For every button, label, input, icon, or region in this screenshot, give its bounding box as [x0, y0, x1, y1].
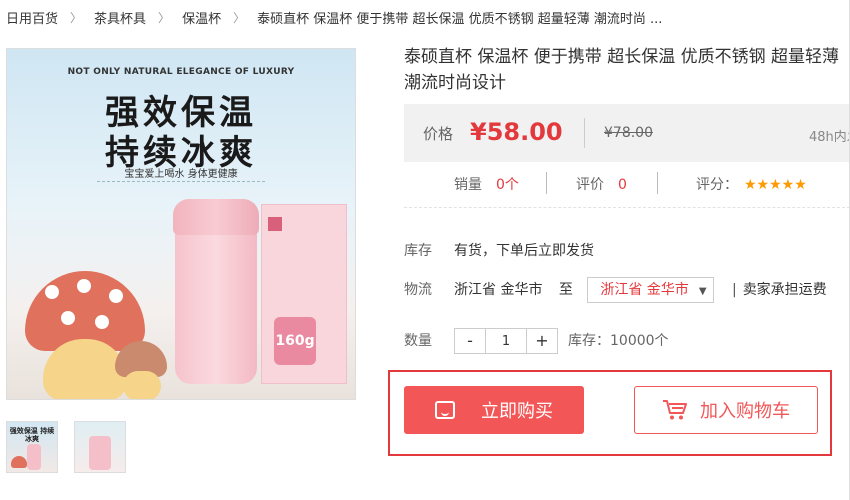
- sales-value: 0个: [496, 177, 519, 193]
- thumbnail-text: 强效保温 持续冰爽: [9, 427, 55, 443]
- thumbnail-2[interactable]: [74, 421, 126, 473]
- mushroom-dot: [109, 289, 123, 303]
- bag-icon: [435, 401, 455, 419]
- product-main-image[interactable]: NOT ONLY NATURAL ELEGANCE OF LUXURY 强效保温…: [6, 48, 356, 400]
- image-subtitle: 宝宝爱上喝水 身体更健康: [124, 169, 238, 180]
- breadcrumb-item-daily-goods[interactable]: 日用百货: [6, 8, 58, 27]
- stock-count: 库存：10000个: [568, 333, 669, 349]
- brand-logo-icon: [268, 217, 282, 231]
- stat-divider: [657, 172, 658, 194]
- thumbnail-cup-icon: [89, 436, 111, 470]
- quantity-input[interactable]: [486, 328, 526, 354]
- thermos-lid-illustration: [173, 199, 259, 235]
- quantity-label: 数量: [404, 333, 432, 349]
- price-label: 价格: [423, 125, 454, 143]
- breadcrumb-item-teaware[interactable]: 茶具杯具: [94, 8, 146, 27]
- chevron-down-icon: ▼: [698, 286, 707, 297]
- thumbnail-cup-icon: [27, 444, 41, 470]
- reviews-stat[interactable]: 评价 0: [576, 174, 627, 194]
- stock-value: 有货，下单后立即发货: [454, 243, 594, 259]
- decrement-button[interactable]: -: [454, 328, 486, 354]
- breadcrumb-separator-icon: 〉: [70, 10, 83, 25]
- ship-from: 浙江省 金华市: [454, 282, 543, 298]
- stat-divider: [546, 172, 547, 194]
- rating-label: 评分：: [696, 177, 738, 193]
- add-to-cart-button[interactable]: 加入购物车: [634, 386, 818, 434]
- package-box-illustration: 160g: [261, 204, 347, 384]
- stock-label: 库存: [404, 243, 432, 259]
- logistics-row: 物流 浙江省 金华市 至 浙江省 金华市 ▼ | 卖家承担运费: [404, 277, 827, 303]
- freight-text: 卖家承担运费: [742, 282, 827, 298]
- image-divider: [97, 181, 265, 182]
- mushroom-dot: [95, 315, 109, 329]
- weight-badge: 160g: [274, 317, 316, 365]
- breadcrumb-separator-icon: 〉: [233, 10, 246, 25]
- product-stats: 销量 0个 评价 0 评分： ★★★★★: [404, 170, 850, 198]
- sales-stat: 销量 0个: [454, 174, 519, 194]
- breadcrumb-separator-icon: 〉: [158, 10, 171, 25]
- reviews-value: 0: [618, 177, 627, 193]
- mushroom-dot: [45, 285, 59, 299]
- mushroom-dot: [77, 279, 91, 293]
- buy-now-label: 立即购买: [481, 401, 553, 422]
- buy-now-button[interactable]: 立即购买: [404, 386, 584, 434]
- price-divider: [584, 118, 585, 148]
- destination-select[interactable]: 浙江省 金华市 ▼: [587, 277, 714, 303]
- product-title: 泰硕直杯 保温杯 便于携带 超长保温 优质不锈钢 超量轻薄 潮流时尚设计: [404, 47, 840, 93]
- quantity-row: 数量 - + 库存：10000个: [404, 328, 669, 354]
- thumbnail-mushroom-icon: [11, 456, 27, 468]
- price-panel: 价格 ¥58.00 ¥78.00 48h内发货: [404, 104, 850, 162]
- rating-stat: 评分： ★★★★★: [696, 174, 807, 194]
- quantity-stepper: - +: [454, 328, 558, 354]
- cart-icon: [663, 400, 687, 420]
- freight-info: | 卖家承担运费: [732, 282, 827, 298]
- logistics-label: 物流: [404, 282, 432, 298]
- breadcrumb: 日用百货 〉 茶具杯具 〉 保温杯 〉 泰硕直杯 保温杯 便于携带 超长保温 优…: [6, 8, 663, 27]
- reviews-label: 评价: [576, 177, 604, 193]
- small-mushroom-body: [123, 371, 161, 399]
- ship-to-word: 至: [558, 282, 573, 298]
- image-caption-top: NOT ONLY NATURAL ELEGANCE OF LUXURY: [67, 67, 295, 77]
- current-price: ¥58.00: [470, 118, 563, 146]
- thumbnail-1[interactable]: 强效保温 持续冰爽: [6, 421, 58, 473]
- breadcrumb-item-thermos[interactable]: 保温杯: [182, 8, 221, 27]
- star-rating-icon: ★★★★★: [744, 177, 807, 193]
- section-divider: [404, 207, 850, 208]
- stock-row: 库存 有货，下单后立即发货: [404, 238, 594, 264]
- increment-button[interactable]: +: [526, 328, 558, 354]
- breadcrumb-item-current: 泰硕直杯 保温杯 便于携带 超长保温 优质不锈钢 超量轻薄 潮流时尚 ...: [257, 11, 663, 27]
- sales-label: 销量: [454, 177, 482, 193]
- original-price: ¥78.00: [604, 125, 653, 141]
- shipping-note: 48h内发货: [809, 130, 850, 145]
- add-to-cart-label: 加入购物车: [700, 401, 790, 422]
- freight-separator: |: [731, 282, 737, 298]
- mushroom-dot: [61, 311, 75, 325]
- purchase-actions-highlight: 立即购买 加入购物车: [388, 370, 832, 456]
- destination-value: 浙江省 金华市: [600, 282, 689, 298]
